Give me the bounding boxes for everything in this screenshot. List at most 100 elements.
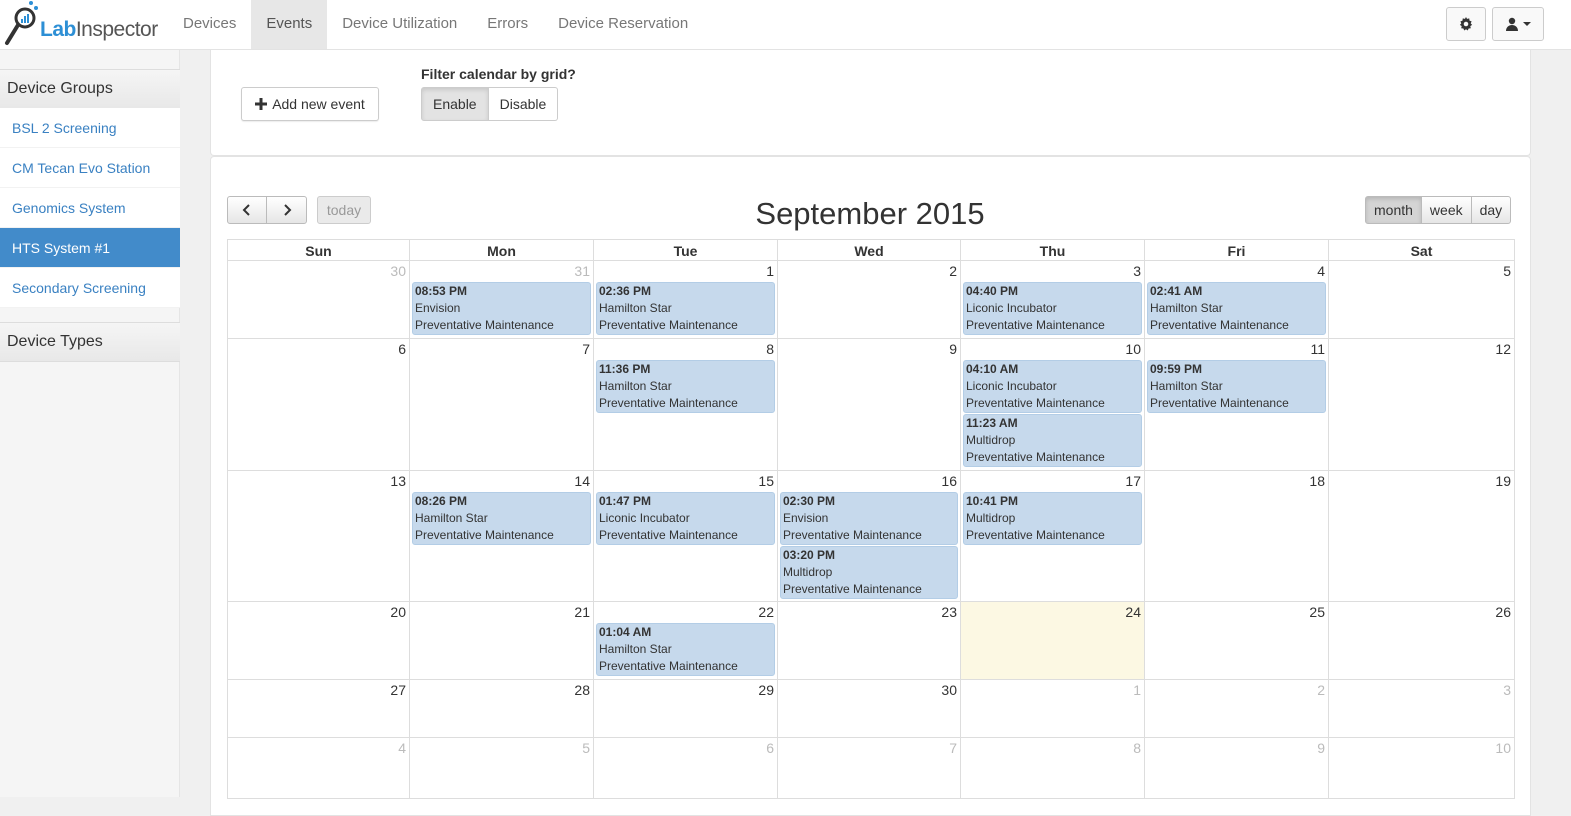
day-cell[interactable]: 18 [1145,471,1329,602]
event-time: 09:59 PM [1150,362,1203,376]
calendar-event[interactable]: 03:20 PM Multidrop Preventative Maintenanc… [780,546,958,599]
enable-button[interactable]: Enable [421,87,489,121]
day-cell[interactable]: 30 [778,680,961,738]
prev-month-button[interactable] [227,196,267,224]
event-time: 10:41 PM [966,494,1019,508]
chevron-right-icon [283,204,291,216]
day-cell[interactable]: 3 04:40 PM Liconic Incubator Preventative M… [961,261,1145,339]
next-month-button[interactable] [266,196,307,224]
day-cell[interactable]: 25 [1145,602,1329,680]
view-month-button[interactable]: month [1365,196,1422,224]
day-number: 21 [574,604,590,620]
day-cell[interactable]: 10 04:10 AM Liconic Incubator Preventative … [961,339,1145,471]
event-type: Preventative Maintenance [966,318,1105,332]
day-cell[interactable]: 21 [410,602,594,680]
day-cell[interactable]: 5 [1329,261,1515,339]
weekday-header: Tue [594,239,778,261]
day-cell[interactable]: 26 [1329,602,1515,680]
calendar-event[interactable]: 02:41 AM Hamilton Star Preventative Mainte… [1147,282,1326,335]
day-cell[interactable]: 5 [410,738,594,799]
day-cell[interactable]: 12 [1329,339,1515,471]
calendar-event[interactable]: 08:53 PM Envision Preventative Maintenance [412,282,591,335]
day-cell[interactable]: 27 [227,680,410,738]
day-cell[interactable]: 13 [227,471,410,602]
device-groups-list: BSL 2 Screening CM Tecan Evo Station Genom… [0,108,180,308]
day-cell[interactable]: 9 [778,339,961,471]
event-type: Preventative Maintenance [1150,318,1289,332]
day-cell[interactable]: 17 10:41 PM Multidrop Preventative Maintena… [961,471,1145,602]
sidebar-item[interactable]: Genomics System [0,188,180,228]
calendar-event[interactable]: 11:23 AM Multidrop Preventative Maintenanc… [963,414,1142,467]
day-cell[interactable]: 4 [227,738,410,799]
day-cell[interactable]: 20 [227,602,410,680]
day-cell[interactable]: 30 [227,261,410,339]
device-types-header[interactable]: Device Types [0,322,180,362]
day-cell[interactable]: 14 08:26 PM Hamilton Star Preventative Main… [410,471,594,602]
add-event-label: Add new event [272,96,365,112]
nav-devices[interactable]: Devices [168,0,251,49]
day-number: 28 [574,682,590,698]
event-type: Preventative Maintenance [783,582,922,596]
nav-device-reservation[interactable]: Device Reservation [543,0,703,49]
day-cell[interactable]: 31 08:53 PM Envision Preventative Maintenan… [410,261,594,339]
day-cell[interactable]: 8 [961,738,1145,799]
day-cell[interactable]: 9 [1145,738,1329,799]
nav-events[interactable]: Events [251,0,328,49]
day-cell[interactable]: 1 [961,680,1145,738]
day-cell[interactable]: 23 [778,602,961,680]
event-type: Preventative Maintenance [966,450,1105,464]
day-cell[interactable]: 19 [1329,471,1515,602]
day-cell[interactable]: 24 [961,602,1145,680]
day-cell[interactable]: 7 [778,738,961,799]
view-week-button[interactable]: week [1420,196,1472,224]
nav-device-utilization[interactable]: Device Utilization [327,0,472,49]
calendar-event[interactable]: 02:30 PM Envision Preventative Maintenance [780,492,958,545]
day-cell[interactable]: 2 [1145,680,1329,738]
calendar-event[interactable]: 01:04 AM Hamilton Star Preventative Mainte… [596,623,775,676]
day-cell[interactable]: 29 [594,680,778,738]
sidebar-item[interactable]: CM Tecan Evo Station [0,148,180,188]
day-number: 10 [1495,740,1511,756]
day-cell[interactable]: 10 [1329,738,1515,799]
day-number: 12 [1495,341,1511,357]
settings-button[interactable] [1446,7,1486,41]
user-menu-button[interactable] [1492,7,1544,41]
brand-logo[interactable]: LabInspector [4,0,164,50]
calendar-event[interactable]: 01:47 PM Liconic Incubator Preventative Ma… [596,492,775,545]
day-cell[interactable]: 3 [1329,680,1515,738]
view-day-button[interactable]: day [1470,196,1512,224]
calendar-event[interactable]: 08:26 PM Hamilton Star Preventative Mainte… [412,492,591,545]
day-cell[interactable]: 8 11:36 PM Hamilton Star Preventative Maint… [594,339,778,471]
disable-button[interactable]: Disable [488,87,559,121]
add-event-button[interactable]: Add new event [241,87,379,121]
day-cell[interactable]: 4 02:41 AM Hamilton Star Preventative Maint… [1145,261,1329,339]
day-cell[interactable]: 6 [594,738,778,799]
event-time: 03:20 PM [783,548,836,562]
day-cell[interactable]: 11 09:59 PM Hamilton Star Preventative Main… [1145,339,1329,471]
day-cell[interactable]: 7 [410,339,594,471]
nav-errors[interactable]: Errors [472,0,543,49]
day-number: 27 [390,682,406,698]
day-cell[interactable]: 28 [410,680,594,738]
calendar-event[interactable]: 02:36 PM Hamilton Star Preventative Mainte… [596,282,775,335]
event-device: Liconic Incubator [966,301,1057,315]
user-icon [1506,17,1518,31]
day-number: 24 [1125,604,1141,620]
day-cell[interactable]: 15 01:47 PM Liconic Incubator Preventative … [594,471,778,602]
today-button[interactable]: today [317,196,371,224]
calendar-event[interactable]: 09:59 PM Hamilton Star Preventative Mainte… [1147,360,1326,413]
day-cell[interactable]: 2 [778,261,961,339]
day-cell[interactable]: 16 02:30 PM Envision Preventative Maintenan… [778,471,961,602]
day-cell[interactable]: 6 [227,339,410,471]
day-cell[interactable]: 22 01:04 AM Hamilton Star Preventative Main… [594,602,778,680]
calendar-event[interactable]: 04:10 AM Liconic Incubator Preventative Ma… [963,360,1142,413]
day-cell[interactable]: 1 02:36 PM Hamilton Star Preventative Maint… [594,261,778,339]
event-device: Multidrop [966,511,1016,525]
device-groups-header[interactable]: Device Groups [0,69,180,109]
calendar-event[interactable]: 04:40 PM Liconic Incubator Preventative Ma… [963,282,1142,335]
sidebar-item[interactable]: HTS System #1 [0,228,180,268]
calendar-event[interactable]: 10:41 PM Multidrop Preventative Maintenanc… [963,492,1142,545]
sidebar-item[interactable]: Secondary Screening [0,268,180,308]
calendar-event[interactable]: 11:36 PM Hamilton Star Preventative Mainte… [596,360,775,413]
sidebar-item[interactable]: BSL 2 Screening [0,108,180,148]
